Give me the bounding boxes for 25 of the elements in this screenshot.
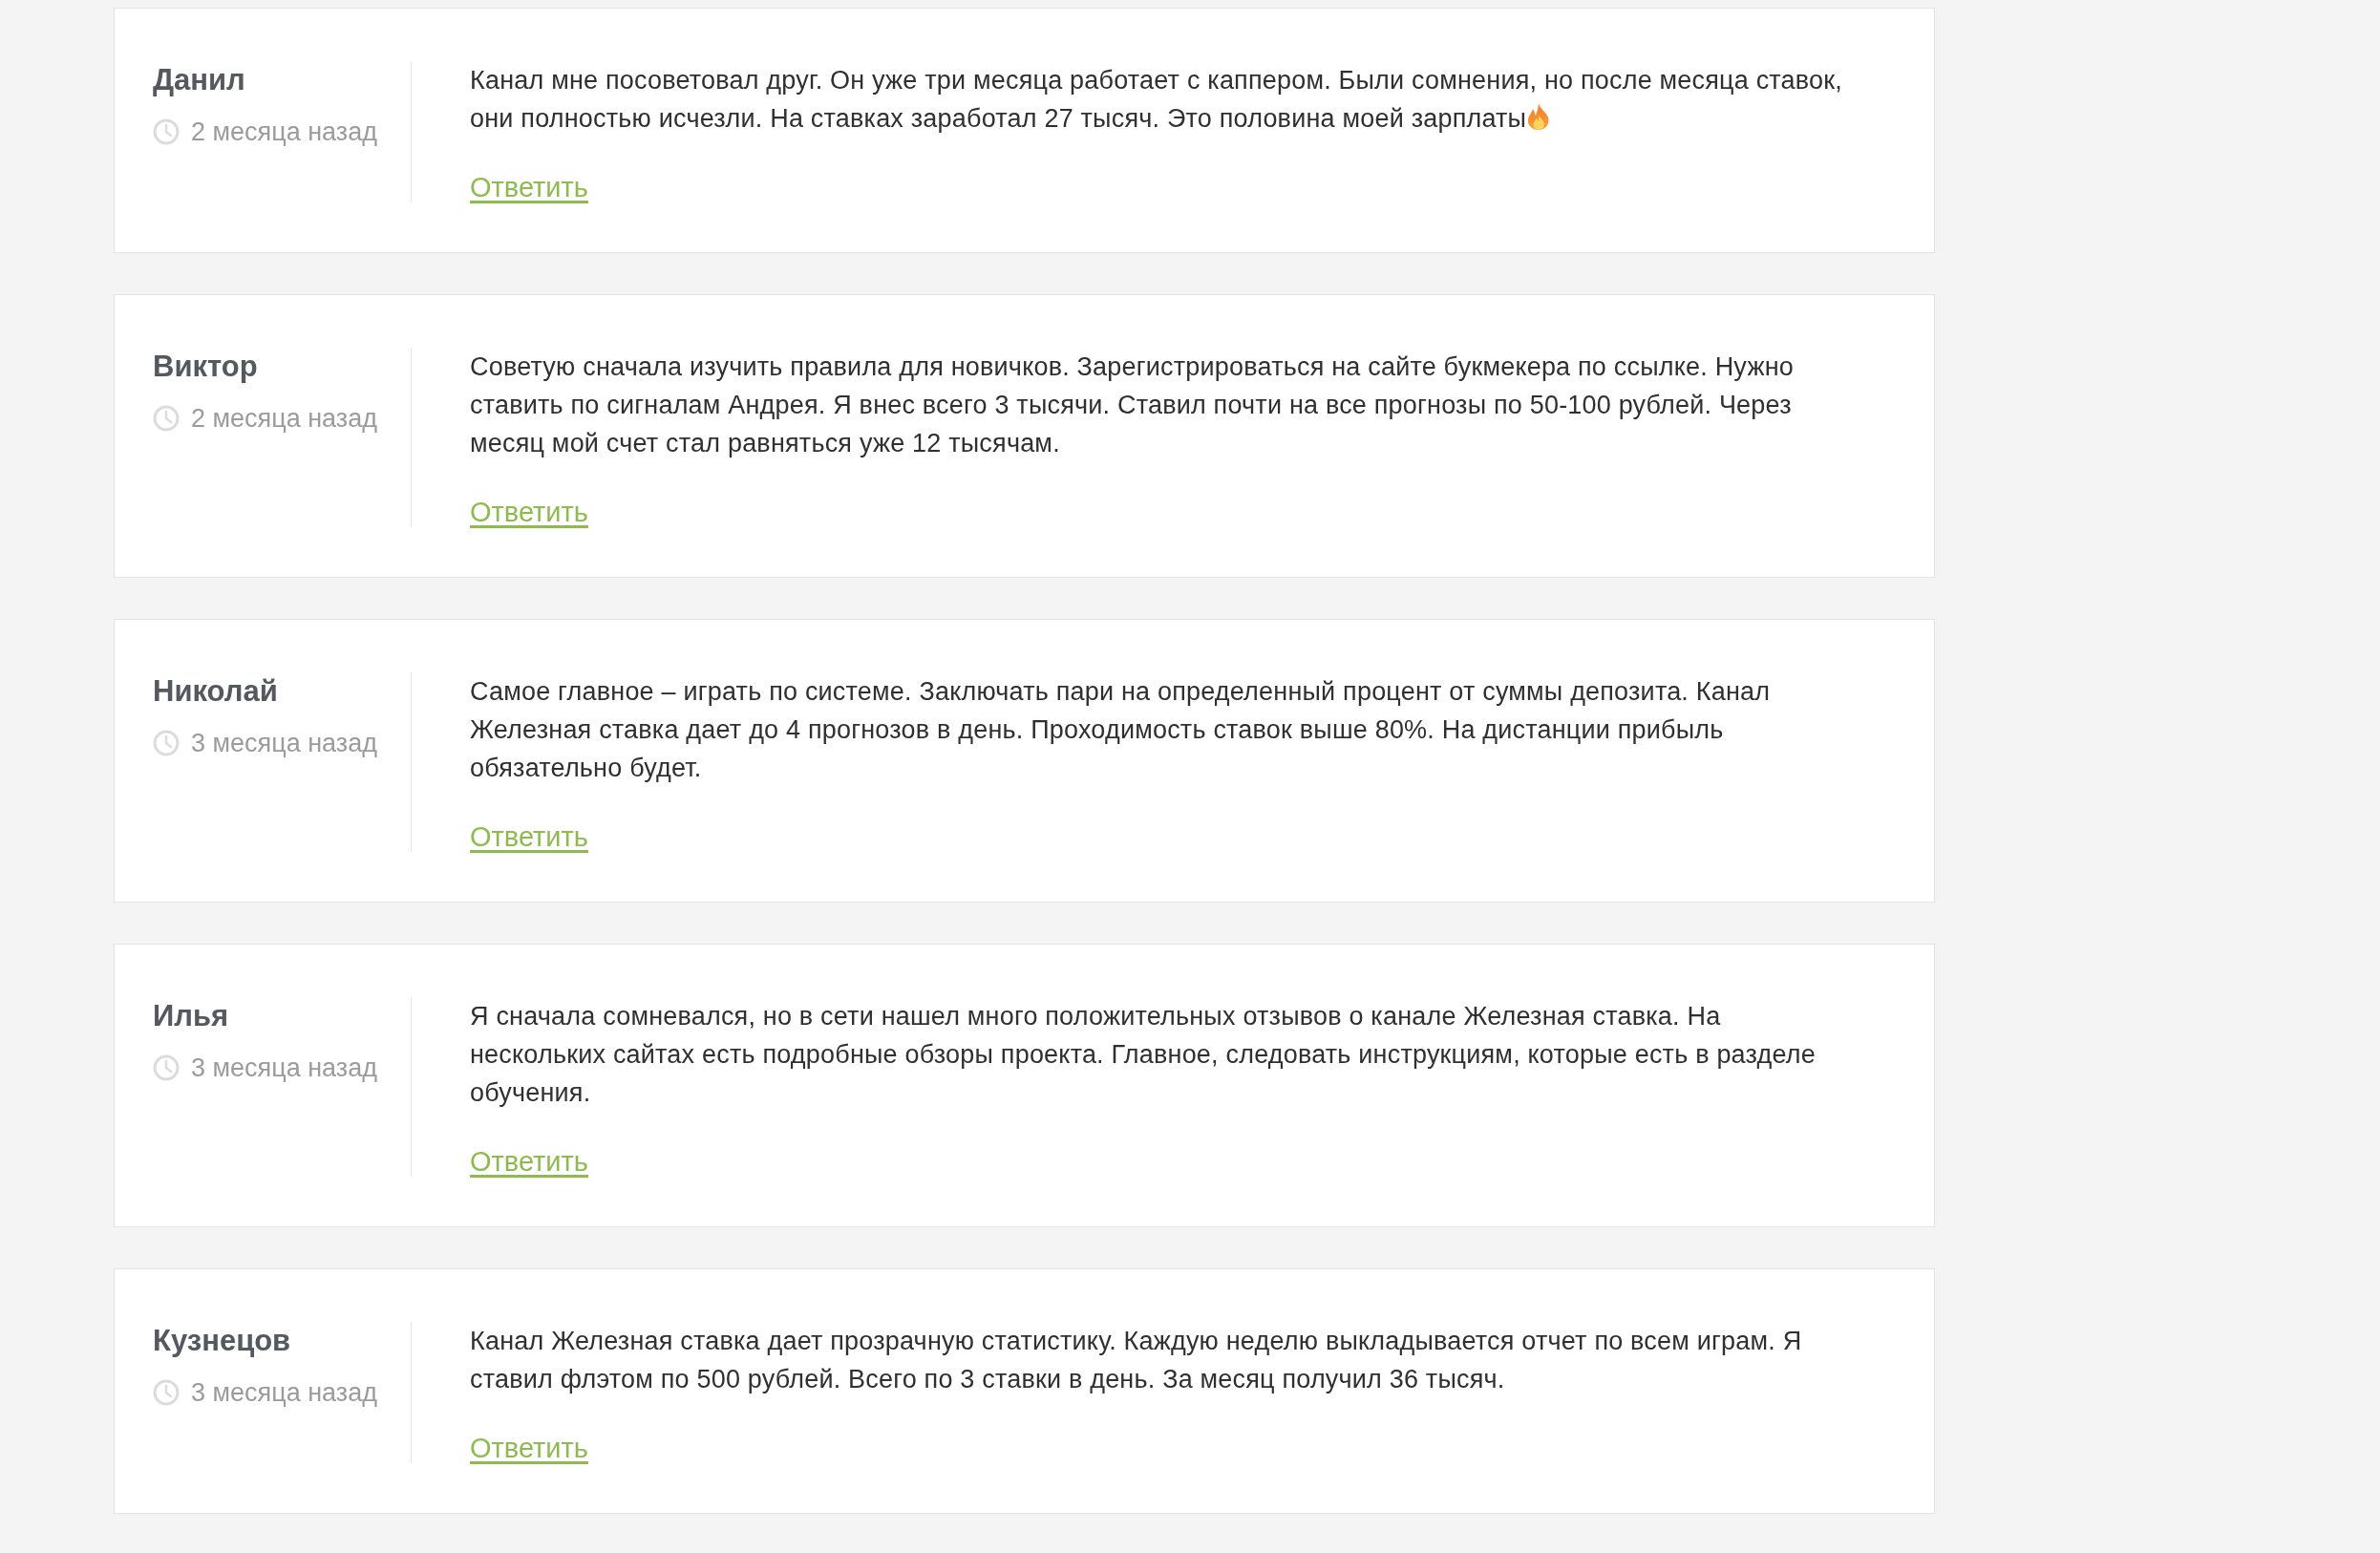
comment-text: Я сначала сомневался, но в сети нашел много положительных отзывов о канале Железная ставка. На нескольких сайтах есть подробные обзоры проекта. Главное, следовать инструкциям, которые есть в разделе обучения. xyxy=(470,1002,1816,1107)
comment-text: Канал Железная ставка дает прозрачную статистику. Каждую неделю выкладывается отчет по всем играм. Я ставил флэтом по 500 рублей. Всего по 3 ставки в день. За месяц получил 36 тысяч. xyxy=(470,1327,1802,1393)
comment-time: 3 месяца назад xyxy=(191,728,377,759)
author-name: Кузнецов xyxy=(153,1323,291,1359)
comment-time: 2 месяца назад xyxy=(191,403,377,435)
author-name: Николай xyxy=(153,673,278,710)
comment-time: 3 месяца назад xyxy=(191,1053,377,1084)
comment-time: 3 месяца назад xyxy=(191,1377,377,1409)
author-name: Данил xyxy=(153,62,245,98)
reply-link[interactable]: Ответить xyxy=(470,1433,588,1463)
comment-time: 2 месяца назад xyxy=(191,117,377,148)
clock-icon xyxy=(153,1054,180,1081)
comment-text: Самое главное – играть по системе. Заключать пари на определенный процент от суммы депозита. Канал Железная ставка дает до 4 прогнозов в день. Проходимость ставок выше 80%. На дистанции прибыль обязательно будет. xyxy=(470,677,1771,782)
clock-icon xyxy=(153,118,180,145)
clock-icon xyxy=(153,405,180,432)
reply-link[interactable]: Ответить xyxy=(470,821,588,852)
author-name: Илья xyxy=(153,998,229,1034)
clock-icon xyxy=(153,1379,180,1406)
clock-icon xyxy=(153,730,180,756)
author-name: Виктор xyxy=(153,349,258,385)
comment-text: Советую сначала изучить правила для новичков. Зарегистрироваться на сайте букмекера по ссылке. Нужно ставить по сигналам Андрея. Я внес всего 3 тысячи. Ставил почти на все прогнозы по 50-100 рублей. Через месяц мой счет стал равняться уже 12 тысячам. xyxy=(470,352,1794,457)
reply-link[interactable]: Ответить xyxy=(470,497,588,527)
comment-text: Канал мне посоветовал друг. Он уже три месяца работает с каппером. Были сомнения, но после месяца ставок, они полностью исчезли. На ставках заработал 27 тысяч. Это половина моей зарплаты xyxy=(470,66,1842,133)
reply-link[interactable]: Ответить xyxy=(470,172,588,202)
reply-link[interactable]: Ответить xyxy=(470,1146,588,1177)
